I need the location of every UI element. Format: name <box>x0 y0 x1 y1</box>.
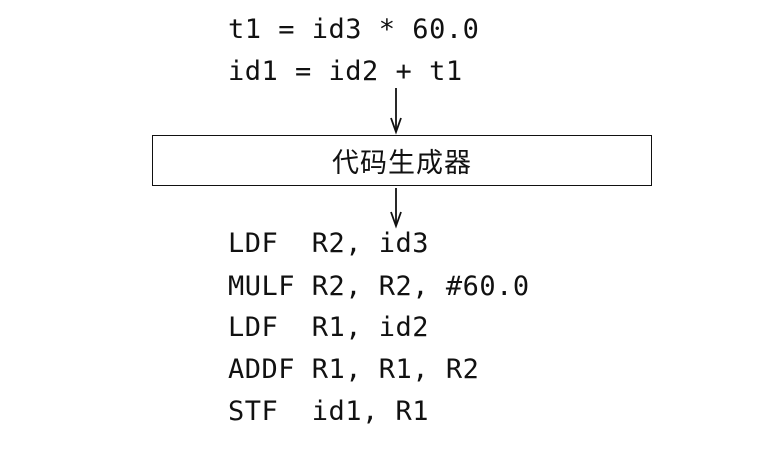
arrow-down-icon <box>390 188 402 229</box>
output-code-line: LDF R2, id3 <box>228 228 430 259</box>
output-code-line: LDF R1, id2 <box>228 312 430 343</box>
arrow-down-icon <box>390 88 402 135</box>
output-code-line: MULF R2, R2, #60.0 <box>228 271 530 302</box>
code-generator-box: 代码生成器 <box>152 135 652 186</box>
output-code-line: STF id1, R1 <box>228 396 430 427</box>
code-generator-label: 代码生成器 <box>332 148 472 179</box>
output-code-line: ADDF R1, R1, R2 <box>228 354 480 385</box>
